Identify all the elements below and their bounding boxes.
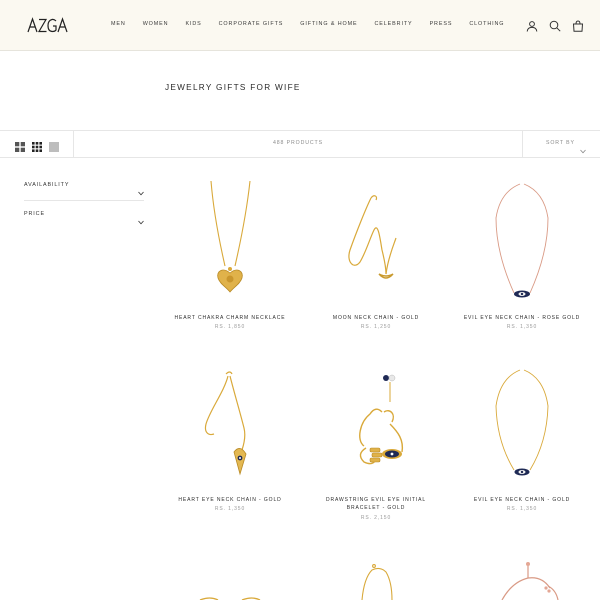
sort-by-button[interactable]: SORT BY — [522, 131, 600, 157]
nav-item-women[interactable]: WOMEN — [143, 21, 169, 27]
product-card[interactable]: HEART EYE NECK CHAIN - GOLD RS. 1,350 — [160, 362, 300, 532]
product-price: RS. 1,350 — [214, 506, 246, 512]
collection-toolbar: 488 PRODUCTS SORT BY — [0, 130, 600, 158]
page-title: JEWELRY GIFTS FOR WIFE — [165, 83, 301, 92]
sort-by-label: SORT BY — [546, 140, 575, 146]
product-image[interactable] — [472, 178, 572, 308]
cart-icon[interactable] — [572, 19, 584, 32]
filter-availability[interactable]: AVAILABILITY — [24, 172, 144, 200]
product-card[interactable] — [160, 560, 300, 600]
product-image[interactable] — [472, 362, 572, 492]
product-image[interactable] — [180, 178, 280, 308]
product-card[interactable] — [306, 560, 446, 600]
filter-label: AVAILABILITY — [24, 182, 70, 188]
brand-logo[interactable] — [27, 17, 69, 33]
product-image[interactable] — [472, 560, 572, 600]
product-card[interactable]: HEART CHAKRA CHARM NECKLACE RS. 1,850 — [160, 178, 300, 338]
grid-1-icon[interactable] — [49, 139, 59, 152]
filter-price[interactable]: PRICE — [24, 201, 144, 229]
product-name[interactable]: HEART EYE NECK CHAIN - GOLD — [160, 496, 300, 504]
product-price: RS. 1,350 — [506, 506, 538, 512]
nav-item-corporate-gifts[interactable]: CORPORATE GIFTS — [219, 21, 284, 27]
header-actions — [526, 19, 584, 32]
nav-item-press[interactable]: PRESS — [430, 21, 453, 27]
product-price: RS. 1,850 — [214, 324, 246, 330]
product-image[interactable] — [326, 362, 426, 492]
product-image[interactable] — [180, 560, 280, 600]
product-count: 488 PRODUCTS — [272, 140, 323, 146]
account-icon[interactable] — [526, 19, 538, 32]
product-name[interactable]: MOON NECK CHAIN - GOLD — [306, 314, 446, 322]
nav-item-clothing[interactable]: CLOTHING — [469, 21, 504, 27]
chevron-down-icon — [580, 141, 586, 154]
product-card[interactable]: MOON NECK CHAIN - GOLD RS. 1,250 — [306, 178, 446, 338]
main-nav: MEN WOMEN KIDS CORPORATE GIFTS GIFTING &… — [111, 21, 521, 27]
filter-label: PRICE — [24, 211, 45, 217]
product-card[interactable] — [452, 560, 592, 600]
product-name[interactable]: DRAWSTRING EVIL EYE INITIAL — [306, 496, 446, 504]
product-name[interactable]: HEART CHAKRA CHARM NECKLACE — [160, 314, 300, 322]
product-name[interactable]: EVIL EYE NECK CHAIN - GOLD — [452, 496, 592, 504]
product-price: RS. 1,350 — [506, 324, 538, 330]
view-toggle-group — [0, 131, 74, 157]
site-header: MEN WOMEN KIDS CORPORATE GIFTS GIFTING &… — [0, 0, 600, 51]
nav-item-celebrity[interactable]: CELEBRITY — [375, 21, 413, 27]
grid-3-icon[interactable] — [32, 139, 42, 152]
nav-item-gifting-home[interactable]: GIFTING & HOME — [300, 21, 357, 27]
product-price: RS. 1,250 — [360, 324, 392, 330]
nav-item-kids[interactable]: KIDS — [185, 21, 201, 27]
chevron-down-icon — [138, 183, 144, 196]
search-icon[interactable] — [549, 19, 561, 32]
product-image[interactable] — [326, 560, 426, 600]
product-image[interactable] — [180, 362, 280, 492]
product-card[interactable]: DRAWSTRING EVIL EYE INITIAL BRACELET - G… — [306, 362, 446, 532]
product-name[interactable]: EVIL EYE NECK CHAIN - ROSE GOLD — [452, 314, 592, 322]
grid-2-icon[interactable] — [15, 139, 25, 152]
product-image[interactable] — [326, 178, 426, 308]
product-name-line2[interactable]: BRACELET - GOLD — [306, 504, 446, 512]
product-price: RS. 2,150 — [360, 515, 392, 521]
product-card[interactable]: EVIL EYE NECK CHAIN - ROSE GOLD RS. 1,35… — [452, 178, 592, 338]
nav-item-men[interactable]: MEN — [111, 21, 126, 27]
chevron-down-icon — [138, 212, 144, 225]
product-card[interactable]: EVIL EYE NECK CHAIN - GOLD RS. 1,350 — [452, 362, 592, 532]
